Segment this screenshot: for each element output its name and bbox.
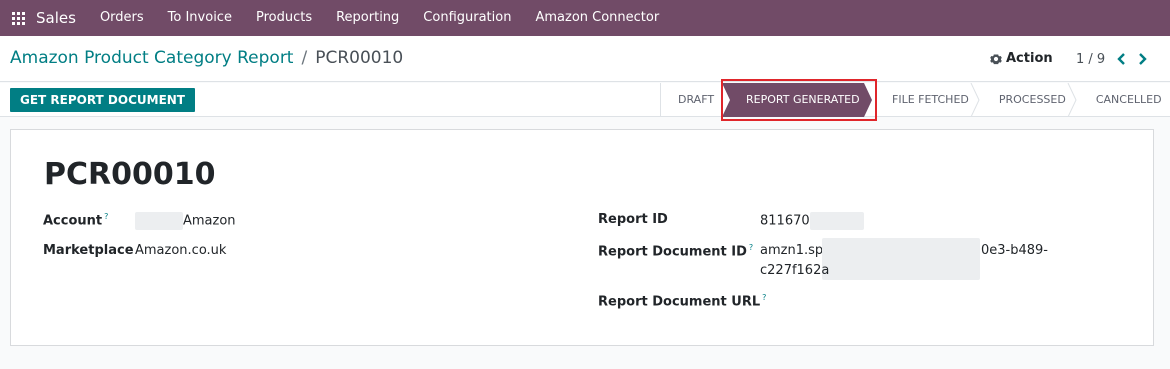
report-id-label: Report ID (598, 212, 668, 227)
breadcrumb-current: PCR00010 (315, 48, 404, 68)
redacted-block (822, 238, 980, 280)
report-document-id-label-text: Report Document ID (598, 244, 747, 260)
gear-icon (990, 54, 1002, 64)
help-icon[interactable]: ? (762, 293, 766, 302)
status-stages: DRAFT REPORT GENERATED FILE FETCHED PROC… (660, 83, 1170, 117)
account-value[interactable]: Amazon (135, 212, 236, 230)
stage-cancelled-label: CANCELLED (1095, 93, 1162, 106)
marketplace-label: Marketplace (43, 243, 134, 258)
form-sheet: PCR00010 Account? Amazon Marketplace Ama… (10, 129, 1154, 346)
get-report-document-button[interactable]: GET REPORT DOCUMENT (10, 88, 195, 112)
report-document-id-text-1: amzn1.spd (760, 243, 832, 258)
form-statusbar: GET REPORT DOCUMENT DRAFT REPORT GENERAT… (0, 83, 1170, 117)
action-button[interactable]: Action (990, 51, 1053, 66)
account-label-text: Account (43, 213, 103, 229)
report-document-id-value-end: 0e3-b489- (981, 243, 1048, 258)
report-document-id-value-line2: c227f162a (760, 263, 830, 278)
marketplace-value[interactable]: Amazon.co.uk (135, 243, 226, 258)
record-title: PCR00010 (44, 157, 216, 192)
report-id-text: 811670 (760, 213, 810, 229)
pager-previous-button[interactable] (1113, 50, 1129, 68)
redacted-block (809, 212, 864, 230)
report-id-value[interactable]: 811670 (760, 212, 864, 230)
control-panel: Amazon Product Category Report / PCR0001… (0, 36, 1170, 82)
stage-report-generated-label: REPORT GENERATED (746, 93, 860, 106)
stage-report-generated[interactable]: REPORT GENERATED (722, 83, 872, 117)
help-icon[interactable]: ? (749, 243, 753, 252)
stage-draft-label: DRAFT (678, 93, 715, 106)
pager-value[interactable]: 1 / 9 (1076, 52, 1105, 67)
menu-to-invoice[interactable]: To Invoice (156, 0, 244, 36)
breadcrumb-parent-link[interactable]: Amazon Product Category Report (10, 48, 293, 68)
stage-processed[interactable]: PROCESSED (979, 83, 1077, 117)
action-label: Action (1006, 51, 1053, 66)
report-document-id-label: Report Document ID? (598, 243, 753, 259)
top-navbar: Sales Orders To Invoice Products Reporti… (0, 0, 1170, 36)
stage-cancelled[interactable]: CANCELLED (1076, 83, 1170, 117)
menu-products[interactable]: Products (244, 0, 324, 36)
chevron-left-icon (1116, 53, 1125, 65)
stage-file-fetched-label: FILE FETCHED (892, 93, 969, 106)
report-document-url-label-text: Report Document URL (598, 294, 761, 310)
app-name[interactable]: Sales (36, 9, 88, 27)
stage-draft[interactable]: DRAFT (660, 83, 722, 117)
account-label: Account? (43, 212, 108, 228)
report-document-url-label: Report Document URL? (598, 293, 766, 309)
breadcrumb-separator: / (301, 48, 308, 68)
menu-reporting[interactable]: Reporting (324, 0, 411, 36)
chevron-right-icon (1138, 53, 1147, 65)
help-icon[interactable]: ? (104, 212, 108, 221)
menu-amazon-connector[interactable]: Amazon Connector (523, 0, 671, 36)
pager-next-button[interactable] (1134, 50, 1150, 68)
breadcrumb: Amazon Product Category Report / PCR0001… (10, 48, 403, 68)
stage-processed-label: PROCESSED (998, 93, 1066, 106)
report-document-id-value[interactable]: amzn1.spd (760, 243, 831, 258)
menu-configuration[interactable]: Configuration (411, 0, 523, 36)
stage-file-fetched[interactable]: FILE FETCHED (872, 83, 980, 117)
account-value-text: Amazon (183, 213, 236, 229)
redacted-block (135, 212, 183, 230)
menu-orders[interactable]: Orders (88, 0, 156, 36)
apps-menu-icon[interactable] (0, 0, 36, 36)
